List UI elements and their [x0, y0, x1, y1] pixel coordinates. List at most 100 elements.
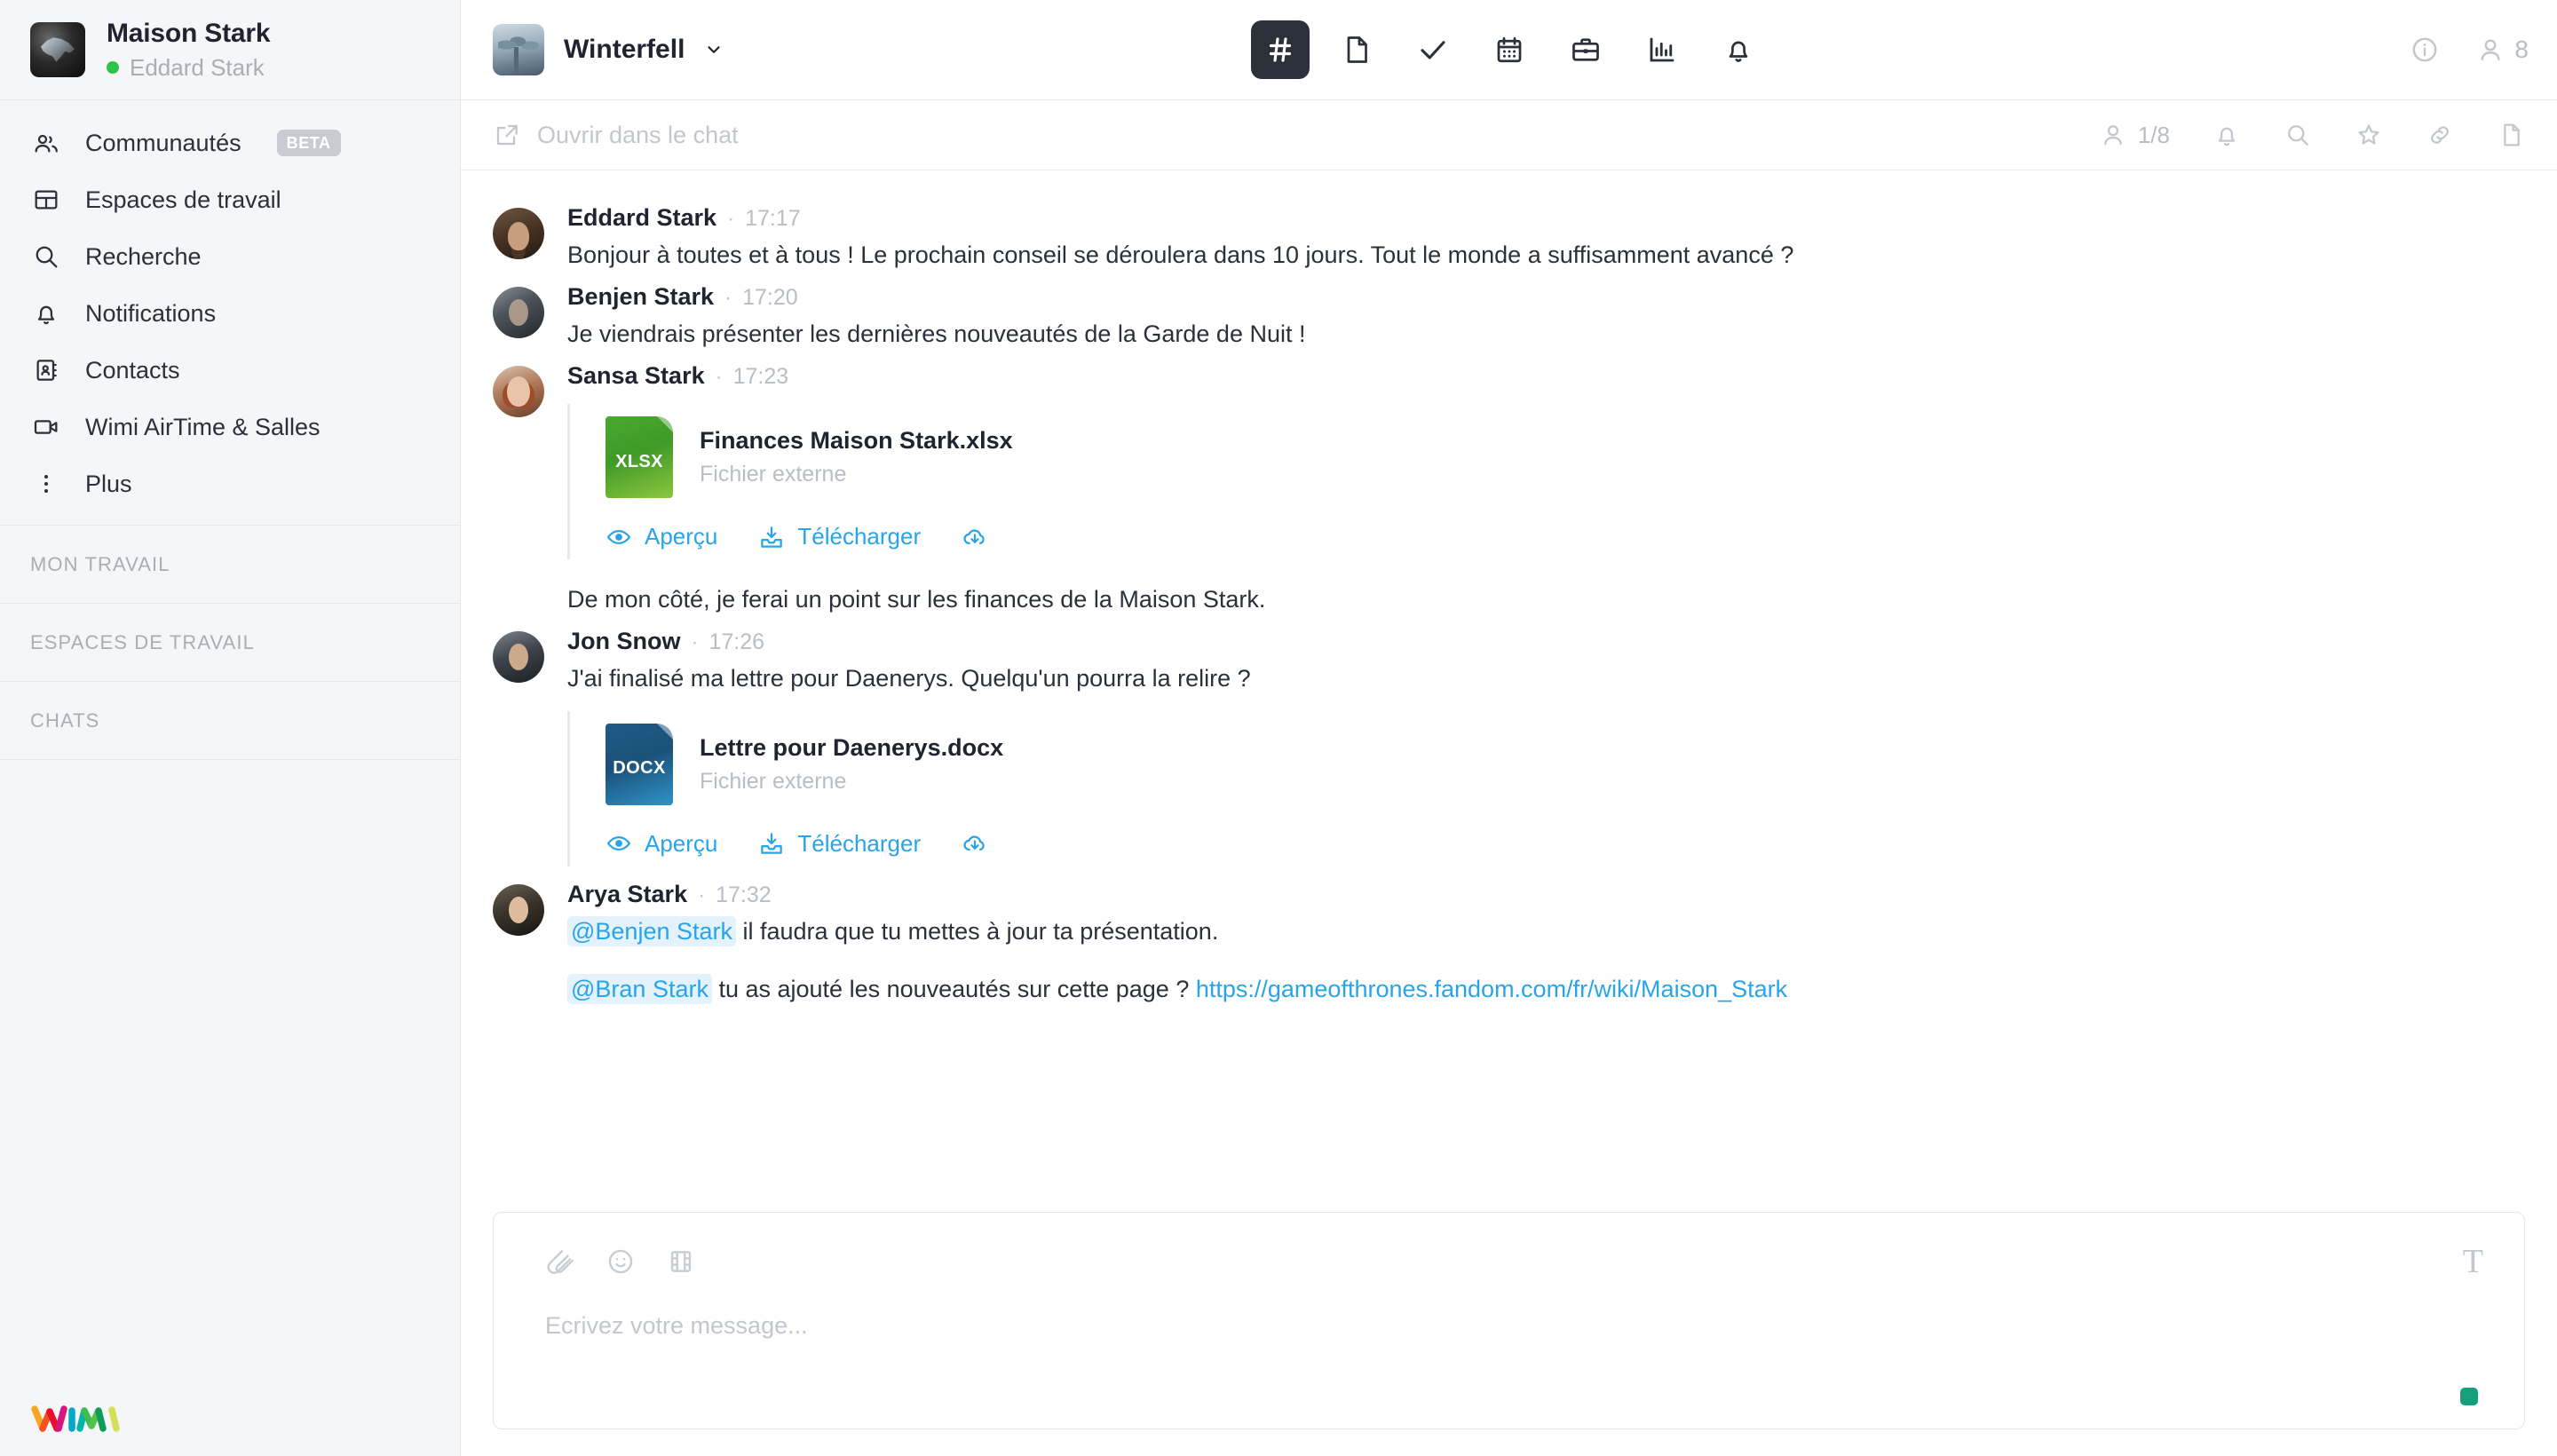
search-icon[interactable]: [2284, 121, 2312, 149]
document-icon[interactable]: [2497, 121, 2525, 149]
message-header: Benjen Stark · 17:20: [567, 283, 2525, 311]
avatar[interactable]: [493, 884, 544, 936]
sidebar-item-label: Notifications: [85, 300, 216, 328]
section-chats[interactable]: CHATS: [0, 682, 460, 760]
file-meta: Finances Maison Stark.xlsx Fichier exter…: [700, 427, 1013, 487]
message-item: Sansa Stark · 17:23 XLSX Finances Maison…: [493, 362, 2525, 617]
tab-channel-hash[interactable]: [1251, 20, 1310, 79]
read-receipts-button[interactable]: 1/8: [2099, 121, 2170, 149]
message-separator: ·: [692, 630, 699, 655]
message-author[interactable]: Sansa Stark: [567, 362, 705, 390]
message-author[interactable]: Eddard Stark: [567, 204, 716, 232]
channel-subbar: Ouvrir dans le chat 1/8: [461, 100, 2557, 170]
tab-calendar[interactable]: [1480, 20, 1539, 79]
mention-benjen-stark[interactable]: @Benjen Stark: [567, 916, 736, 946]
file-attachment-card: DOCX Lettre pour Daenerys.docx Fichier e…: [567, 711, 2525, 866]
download-button[interactable]: Télécharger: [758, 830, 921, 858]
avatar[interactable]: [493, 208, 544, 259]
message-separator: ·: [727, 207, 734, 232]
sidebar-item-notifications[interactable]: Notifications: [0, 285, 460, 342]
notifications-bell-icon[interactable]: [2213, 121, 2241, 149]
channel-topbar: Winterfell: [461, 0, 2557, 100]
avatar[interactable]: [493, 366, 544, 417]
external-wiki-link[interactable]: https://gameofthrones.fandom.com/fr/wiki…: [1196, 976, 1787, 1002]
wimi-logo: [30, 1401, 123, 1436]
message-author[interactable]: Jon Snow: [567, 628, 681, 655]
composer-wrapper: Ecrivez votre message... T: [461, 1199, 2557, 1456]
sidebar-item-wimi-airtime[interactable]: Wimi AirTime & Salles: [0, 399, 460, 455]
message-time: 17:17: [745, 206, 801, 232]
sidebar-item-label: Recherche: [85, 243, 202, 271]
message-author[interactable]: Benjen Stark: [567, 283, 714, 311]
current-user: Eddard Stark: [107, 54, 270, 82]
composer-tools: [494, 1213, 2524, 1277]
open-in-chat-button[interactable]: Ouvrir dans le chat: [493, 121, 739, 149]
workspace-avatar: [30, 22, 85, 77]
message-text: Bonjour à toutes et à tous ! Le prochain…: [567, 238, 2525, 273]
preview-button[interactable]: Aperçu: [606, 830, 717, 858]
channel-avatar: [493, 24, 544, 75]
sidebar-item-plus[interactable]: Plus: [0, 455, 460, 512]
emoji-icon[interactable]: [606, 1246, 636, 1277]
message-time: 17:23: [733, 364, 789, 390]
members-button[interactable]: 8: [2475, 35, 2529, 65]
download-button[interactable]: Télécharger: [758, 523, 921, 550]
section-mon-travail[interactable]: MON TRAVAIL: [0, 526, 460, 604]
message-line-2-rest: tu as ajouté les nouveautés sur cette pa…: [712, 976, 1196, 1002]
mention-bran-stark[interactable]: @Bran Stark: [567, 974, 712, 1004]
composer-placeholder[interactable]: Ecrivez votre message...: [494, 1277, 2524, 1340]
tab-documents[interactable]: [1327, 20, 1386, 79]
file-name[interactable]: Lettre pour Daenerys.docx: [700, 734, 1003, 762]
favorite-star-icon[interactable]: [2355, 121, 2383, 149]
download-label: Télécharger: [797, 830, 921, 858]
message-text-line-2: @Bran Stark tu as ajouté les nouveautés …: [567, 972, 2525, 1007]
message-item: Eddard Stark · 17:17 Bonjour à toutes et…: [493, 204, 2525, 273]
copy-link-icon[interactable]: [2426, 121, 2454, 149]
sidebar-item-contacts[interactable]: Contacts: [0, 342, 460, 399]
avatar[interactable]: [493, 631, 544, 683]
preview-button[interactable]: Aperçu: [606, 523, 717, 550]
message-header: Eddard Stark · 17:17: [567, 204, 2525, 232]
message-author[interactable]: Arya Stark: [567, 881, 687, 908]
avatar[interactable]: [493, 287, 544, 338]
file-subtitle: Fichier externe: [700, 769, 1003, 795]
message-time: 17:20: [742, 285, 798, 311]
message-item: Arya Stark · 17:32 @Benjen Stark il faud…: [493, 881, 2525, 1007]
tab-reports[interactable]: [1633, 20, 1691, 79]
sidebar-item-recherche[interactable]: Recherche: [0, 228, 460, 285]
cloud-download-icon: [962, 524, 988, 550]
workspace-header[interactable]: Maison Stark Eddard Stark: [0, 0, 460, 100]
file-subtitle: Fichier externe: [700, 462, 1013, 487]
attach-paperclip-icon[interactable]: [545, 1246, 575, 1277]
video-clip-icon[interactable]: [666, 1246, 696, 1277]
sidebar-item-espaces-de-travail[interactable]: Espaces de travail: [0, 171, 460, 228]
text-format-icon[interactable]: T: [2463, 1245, 2483, 1278]
section-espaces-de-travail[interactable]: ESPACES DE TRAVAIL: [0, 604, 460, 682]
cloud-download-button[interactable]: [962, 830, 988, 857]
sidebar-item-label: Plus: [85, 471, 132, 498]
app-root: Maison Stark Eddard Stark Communautés BE…: [0, 0, 2557, 1456]
sidebar-item-communautes[interactable]: Communautés BETA: [0, 115, 460, 171]
channel-selector[interactable]: Winterfell: [493, 24, 724, 75]
eye-icon: [606, 830, 632, 857]
message-body: Eddard Stark · 17:17 Bonjour à toutes et…: [567, 204, 2525, 273]
composer-status-indicator: [2460, 1388, 2478, 1405]
message-composer[interactable]: Ecrivez votre message... T: [493, 1212, 2525, 1429]
tab-tasks[interactable]: [1404, 20, 1462, 79]
info-icon[interactable]: [2410, 35, 2440, 65]
message-body: Sansa Stark · 17:23 XLSX Finances Maison…: [567, 362, 2525, 617]
module-toolbar: [1251, 20, 1768, 79]
tab-notifications[interactable]: [1709, 20, 1768, 79]
primary-nav: Communautés BETA Espaces de travail Rech: [0, 100, 460, 526]
read-count: 1/8: [2138, 122, 2170, 149]
message-header: Arya Stark · 17:32: [567, 881, 2525, 908]
users-icon: [30, 127, 62, 159]
preview-label: Aperçu: [645, 523, 717, 550]
tab-projects[interactable]: [1556, 20, 1615, 79]
message-line-1-rest: il faudra que tu mettes à jour ta présen…: [736, 918, 1218, 945]
message-header: Sansa Stark · 17:23: [567, 362, 2525, 390]
message-separator: ·: [698, 883, 705, 908]
message-list: Eddard Stark · 17:17 Bonjour à toutes et…: [461, 170, 2557, 1199]
file-name[interactable]: Finances Maison Stark.xlsx: [700, 427, 1013, 455]
cloud-download-button[interactable]: [962, 524, 988, 550]
